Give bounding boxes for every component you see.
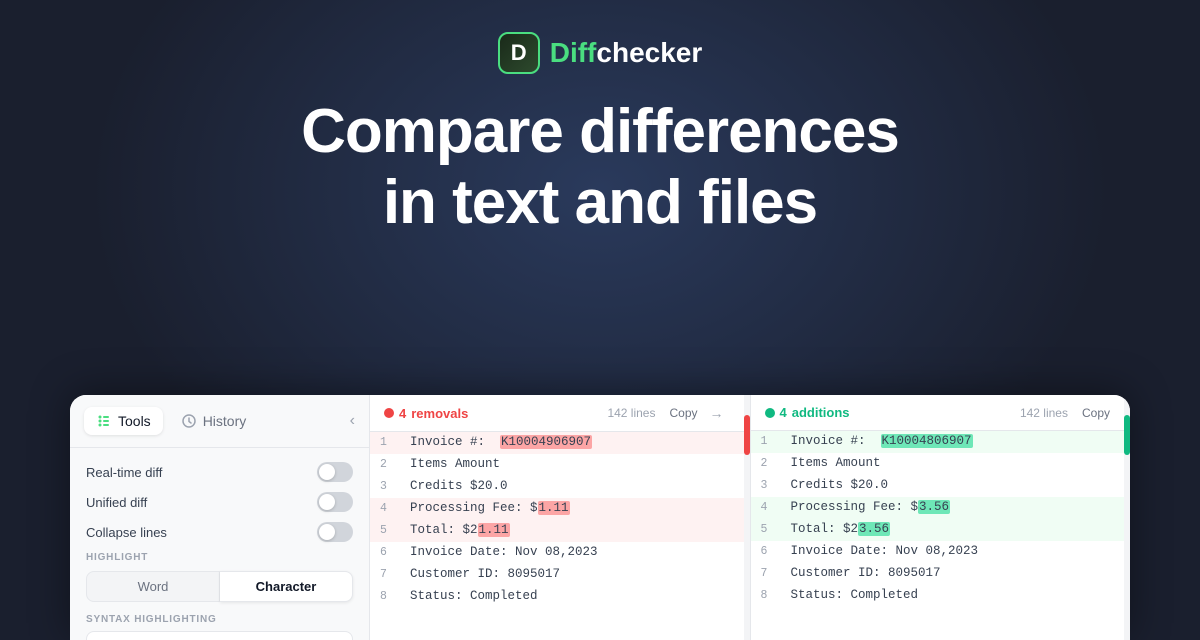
left-scrollbar[interactable] bbox=[744, 395, 750, 640]
sidebar-tabs: Tools History ‹ bbox=[70, 395, 369, 448]
left-line-6: 6 Invoice Date: Nov 08,2023 bbox=[370, 542, 744, 564]
left-lines-info: 142 lines bbox=[607, 406, 655, 420]
option-unified-label: Unified diff bbox=[86, 495, 147, 510]
tab-tools-label: Tools bbox=[118, 413, 151, 429]
logo-text: Diffchecker bbox=[550, 37, 703, 69]
hero-line2: in text and files bbox=[301, 167, 899, 238]
left-line-1: 1 Invoice #: K10004906907 bbox=[370, 432, 744, 454]
right-line-3: 3 Credits $20.0 bbox=[751, 475, 1125, 497]
removal-dot-icon bbox=[384, 408, 394, 418]
right-diff-content: 1 Invoice #: K10004806907 2 Items Amount… bbox=[751, 431, 1125, 640]
right-line-4: 4 Processing Fee: $3.56 bbox=[751, 497, 1125, 519]
logo-row: Diffchecker bbox=[498, 32, 703, 74]
highlight-character-button[interactable]: Character bbox=[220, 571, 353, 602]
option-collapse-label: Collapse lines bbox=[86, 525, 167, 540]
addition-count: 4 bbox=[780, 405, 787, 420]
highlight-buttons: Word Character bbox=[86, 571, 353, 602]
left-line-3: 3 Credits $20.0 bbox=[370, 476, 744, 498]
hero-title: Compare differences in text and files bbox=[301, 96, 899, 239]
removal-badge: 4 removals bbox=[384, 406, 468, 421]
right-line-5: 5 Total: $23.56 bbox=[751, 519, 1125, 541]
removal-label: removals bbox=[411, 406, 468, 421]
left-scrollbar-thumb bbox=[744, 415, 750, 455]
left-diff-panel: 4 removals 142 lines Copy → 1 Invoice #:… bbox=[370, 395, 744, 640]
removed-highlight-fee: 1.11 bbox=[538, 501, 570, 515]
history-icon bbox=[181, 413, 197, 429]
tab-history[interactable]: History bbox=[169, 407, 259, 435]
option-unified: Unified diff bbox=[86, 492, 353, 512]
highlight-section-label: HIGHLIGHT bbox=[86, 552, 353, 563]
option-collapse-toggle[interactable] bbox=[317, 522, 353, 542]
ui-card: Tools History ‹ Real-time diff Unified d… bbox=[70, 395, 1130, 640]
right-line-6: 6 Invoice Date: Nov 08,2023 bbox=[751, 541, 1125, 563]
highlight-word-button[interactable]: Word bbox=[86, 571, 220, 602]
right-diff-header: 4 additions 142 lines Copy bbox=[751, 395, 1125, 431]
left-line-4: 4 Processing Fee: $1.11 bbox=[370, 498, 744, 520]
left-line-7: 7 Customer ID: 8095017 bbox=[370, 564, 744, 586]
right-copy-button[interactable]: Copy bbox=[1082, 406, 1110, 420]
syntax-select[interactable]: Choose syntax ▾ bbox=[86, 631, 353, 640]
tools-icon bbox=[96, 413, 112, 429]
logo-icon bbox=[498, 32, 540, 74]
left-diff-content: 1 Invoice #: K10004906907 2 Items Amount… bbox=[370, 432, 744, 640]
left-copy-button[interactable]: Copy bbox=[669, 406, 697, 420]
right-lines-info: 142 lines bbox=[1020, 406, 1068, 420]
removed-highlight-total: 1.11 bbox=[478, 523, 510, 537]
addition-badge: 4 additions bbox=[765, 405, 850, 420]
option-realtime: Real-time diff bbox=[86, 462, 353, 482]
right-line-8: 8 Status: Completed bbox=[751, 585, 1125, 607]
sidebar-options: Real-time diff Unified diff Collapse lin… bbox=[70, 448, 369, 640]
left-line-2: 2 Items Amount bbox=[370, 454, 744, 476]
left-diff-header: 4 removals 142 lines Copy → bbox=[370, 395, 744, 432]
left-line-8: 8 Status: Completed bbox=[370, 586, 744, 608]
logo-diff: Diff bbox=[550, 37, 597, 68]
right-diff-panel: 4 additions 142 lines Copy 1 Invoice #: … bbox=[751, 395, 1125, 640]
collapse-sidebar-button[interactable]: ‹ bbox=[350, 412, 355, 430]
right-scrollbar[interactable] bbox=[1124, 395, 1130, 640]
added-highlight: K10004806907 bbox=[881, 434, 973, 448]
option-collapse: Collapse lines bbox=[86, 522, 353, 542]
added-highlight-fee: 3.56 bbox=[918, 500, 950, 514]
arrow-icon: → bbox=[704, 405, 730, 421]
added-highlight-total: 3.56 bbox=[858, 522, 890, 536]
right-scrollbar-thumb bbox=[1124, 415, 1130, 455]
removal-count: 4 bbox=[399, 406, 406, 421]
removed-highlight: K10004906907 bbox=[500, 435, 592, 449]
right-line-2: 2 Items Amount bbox=[751, 453, 1125, 475]
tab-history-label: History bbox=[203, 413, 247, 429]
option-realtime-label: Real-time diff bbox=[86, 465, 162, 480]
syntax-section-label: SYNTAX HIGHLIGHTING bbox=[86, 614, 353, 625]
logo-checker: checker bbox=[596, 37, 702, 68]
right-line-1: 1 Invoice #: K10004806907 bbox=[751, 431, 1125, 453]
tab-tools[interactable]: Tools bbox=[84, 407, 163, 435]
diff-area: 4 removals 142 lines Copy → 1 Invoice #:… bbox=[370, 395, 1130, 640]
right-line-7: 7 Customer ID: 8095017 bbox=[751, 563, 1125, 585]
option-realtime-toggle[interactable] bbox=[317, 462, 353, 482]
header: Diffchecker Compare differences in text … bbox=[0, 0, 1200, 239]
hero-line1: Compare differences bbox=[301, 96, 899, 167]
left-line-5: 5 Total: $21.11 bbox=[370, 520, 744, 542]
sidebar: Tools History ‹ Real-time diff Unified d… bbox=[70, 395, 370, 640]
addition-label: additions bbox=[792, 405, 850, 420]
addition-dot-icon bbox=[765, 408, 775, 418]
option-unified-toggle[interactable] bbox=[317, 492, 353, 512]
